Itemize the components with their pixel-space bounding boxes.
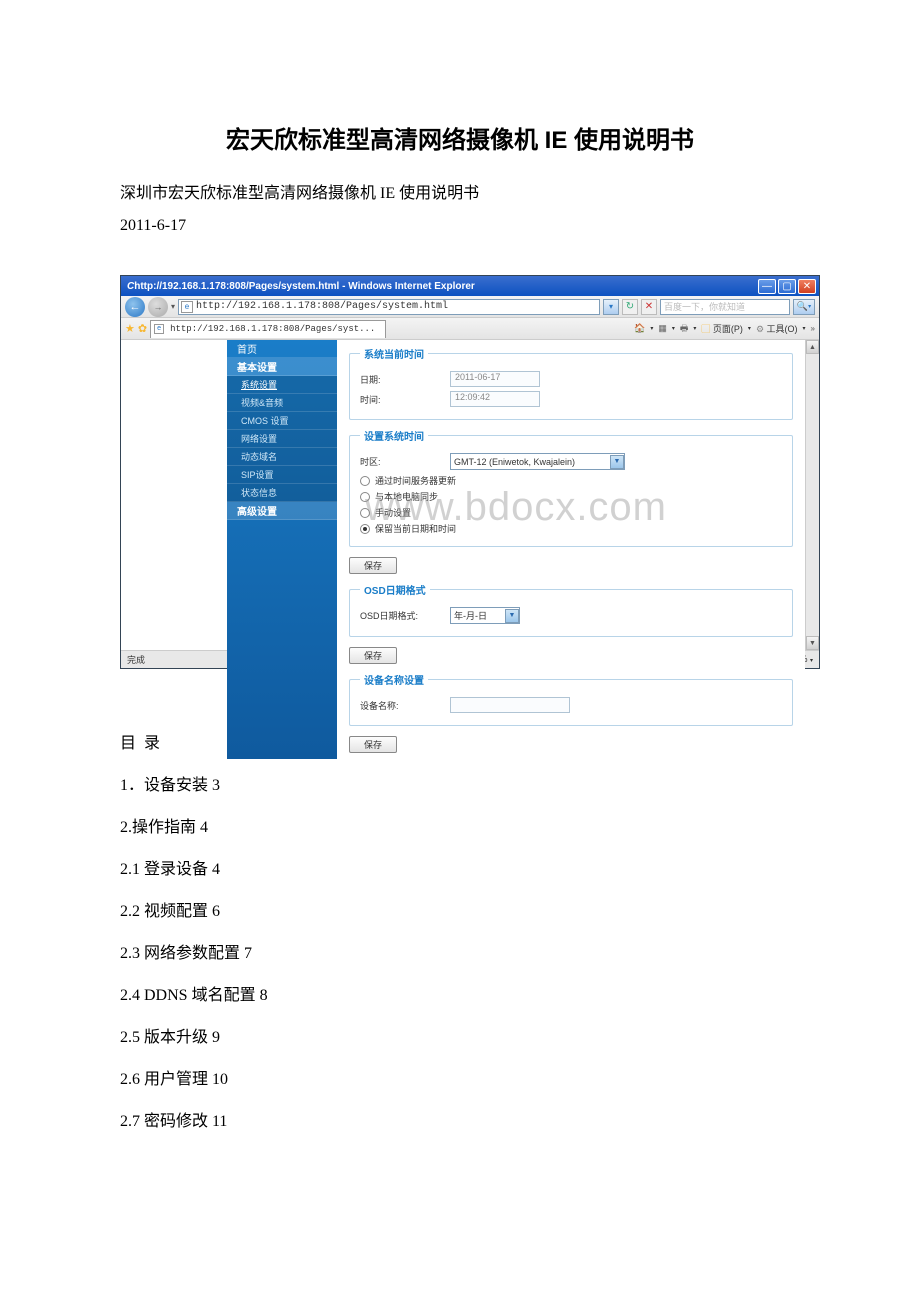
add-favorites-icon[interactable]: ✿ <box>138 322 147 335</box>
time-label: 时间: <box>360 393 450 406</box>
device-name-legend: 设备名称设置 <box>360 672 428 687</box>
refresh-button[interactable]: ↻ <box>622 299 638 315</box>
osd-label: OSD日期格式: <box>360 609 450 622</box>
radio-ntp[interactable]: 通过时间服务器更新 <box>360 474 782 487</box>
toc-item: 2.5 版本升级 9 <box>120 1023 800 1047</box>
forward-button[interactable]: → <box>148 297 168 317</box>
osd-format-select[interactable]: 年-月-日 ▼ <box>450 607 520 624</box>
navigation-bar: ← → ▾ e http://192.168.1.178:808/Pages/s… <box>121 296 819 318</box>
date-label: 日期: <box>360 373 450 386</box>
close-button[interactable]: ✕ <box>798 279 816 294</box>
sidebar-item-sip[interactable]: SIP设置 <box>227 466 337 484</box>
maximize-button[interactable]: ▢ <box>778 279 796 294</box>
address-bar[interactable]: e http://192.168.1.178:808/Pages/system.… <box>178 299 600 315</box>
current-time-group: 系统当前时间 日期: 2011-06-17 时间: 12:09:42 <box>349 346 793 420</box>
tools-menu[interactable]: ⚙ 工具(O) <box>756 322 798 335</box>
toc-item: 2.7 密码修改 11 <box>120 1107 800 1131</box>
ie-screenshot: Chttp://192.168.1.178:808/Pages/system.h… <box>120 275 820 669</box>
window-titlebar: Chttp://192.168.1.178:808/Pages/system.h… <box>121 276 819 296</box>
save-button-1[interactable]: 保存 <box>349 557 397 574</box>
feeds-icon[interactable]: ▦ <box>658 323 667 334</box>
save-button-2[interactable]: 保存 <box>349 647 397 664</box>
osd-legend: OSD日期格式 <box>360 582 430 597</box>
set-time-legend: 设置系统时间 <box>360 428 428 443</box>
vertical-scrollbar[interactable]: ▲ ▼ <box>805 340 819 650</box>
chevron-down-icon: ▼ <box>610 455 624 469</box>
time-field: 12:09:42 <box>450 391 540 407</box>
device-name-label: 设备名称: <box>360 699 450 712</box>
sidebar-item-cmos[interactable]: CMOS 设置 <box>227 412 337 430</box>
set-time-group: 设置系统时间 时区: GMT-12 (Eniwetok, Kwajalein) … <box>349 428 793 547</box>
timezone-select[interactable]: GMT-12 (Eniwetok, Kwajalein) ▼ <box>450 453 625 470</box>
toc-item: 2.6 用户管理 10 <box>120 1065 800 1089</box>
toc-item: 2.4 DDNS 域名配置 8 <box>120 981 800 1005</box>
device-name-group: 设备名称设置 设备名称: <box>349 672 793 726</box>
radio-local-sync[interactable]: 与本地电脑同步 <box>360 490 782 503</box>
sidebar-item-home[interactable]: 首页 <box>227 340 337 358</box>
timezone-label: 时区: <box>360 455 450 468</box>
browser-tab[interactable]: e http://192.168.1.178:808/Pages/syst... <box>150 320 386 338</box>
print-icon[interactable]: 🖶 <box>680 321 689 337</box>
date-field: 2011-06-17 <box>450 371 540 387</box>
device-name-input[interactable] <box>450 697 570 713</box>
radio-keep[interactable]: 保留当前日期和时间 <box>360 522 782 535</box>
minimize-button[interactable]: — <box>758 279 776 294</box>
sidebar-item-network[interactable]: 网络设置 <box>227 430 337 448</box>
osd-format-group: OSD日期格式 OSD日期格式: 年-月-日 ▼ <box>349 582 793 637</box>
current-time-legend: 系统当前时间 <box>360 346 428 361</box>
page-menu[interactable]: ▢ 页面(P) <box>701 322 743 335</box>
sidebar-nav: 首页 基本设置 系统设置 视频&音频 CMOS 设置 网络设置 动态域名 SIP… <box>227 340 337 759</box>
favorites-star-icon[interactable]: ★ <box>125 322 135 335</box>
document-title: 宏天欣标准型高清网络摄像机 IE 使用说明书 <box>120 120 800 155</box>
page-icon: e <box>181 301 193 313</box>
toc-item: 1．设备安装 3 <box>120 771 800 795</box>
sidebar-item-video-audio[interactable]: 视频&音频 <box>227 394 337 412</box>
radio-manual[interactable]: 手动设置 <box>360 506 782 519</box>
window-title-text: Chttp://192.168.1.178:808/Pages/system.h… <box>124 281 475 292</box>
search-input[interactable]: 百度一下，你就知道 <box>660 299 790 315</box>
home-icon[interactable]: 🏠 <box>634 323 645 334</box>
status-left: 完成 <box>127 653 145 666</box>
tab-bar: ★ ✿ e http://192.168.1.178:808/Pages/sys… <box>121 318 819 340</box>
toc-item: 2.1 登录设备 4 <box>120 855 800 879</box>
scroll-down-icon[interactable]: ▼ <box>806 636 819 650</box>
main-content-panel: 系统当前时间 日期: 2011-06-17 时间: 12:09:42 <box>337 340 805 759</box>
search-button[interactable]: 🔍▾ <box>793 299 815 315</box>
back-button[interactable]: ← <box>125 297 145 317</box>
sidebar-item-system-settings[interactable]: 系统设置 <box>227 376 337 394</box>
go-dropdown[interactable]: ▾ <box>603 299 619 315</box>
chevron-down-icon: ▼ <box>505 609 519 623</box>
address-text: http://192.168.1.178:808/Pages/system.ht… <box>196 301 448 312</box>
document-date: 2011-6-17 <box>120 217 800 235</box>
toc-item: 2.2 视频配置 6 <box>120 897 800 921</box>
sidebar-item-ddns[interactable]: 动态域名 <box>227 448 337 466</box>
scroll-up-icon[interactable]: ▲ <box>806 340 819 354</box>
sidebar-item-status[interactable]: 状态信息 <box>227 484 337 502</box>
document-subtitle: 深圳市宏天欣标准型高清网络摄像机 IE 使用说明书 <box>120 179 800 203</box>
sidebar-item-advanced[interactable]: 高级设置 <box>227 502 337 520</box>
stop-button[interactable]: ✕ <box>641 299 657 315</box>
toc-item: 2.操作指南 4 <box>120 813 800 837</box>
save-button-3[interactable]: 保存 <box>349 736 397 753</box>
toc-item: 2.3 网络参数配置 7 <box>120 939 800 963</box>
sidebar-item-basic-settings[interactable]: 基本设置 <box>227 358 337 376</box>
